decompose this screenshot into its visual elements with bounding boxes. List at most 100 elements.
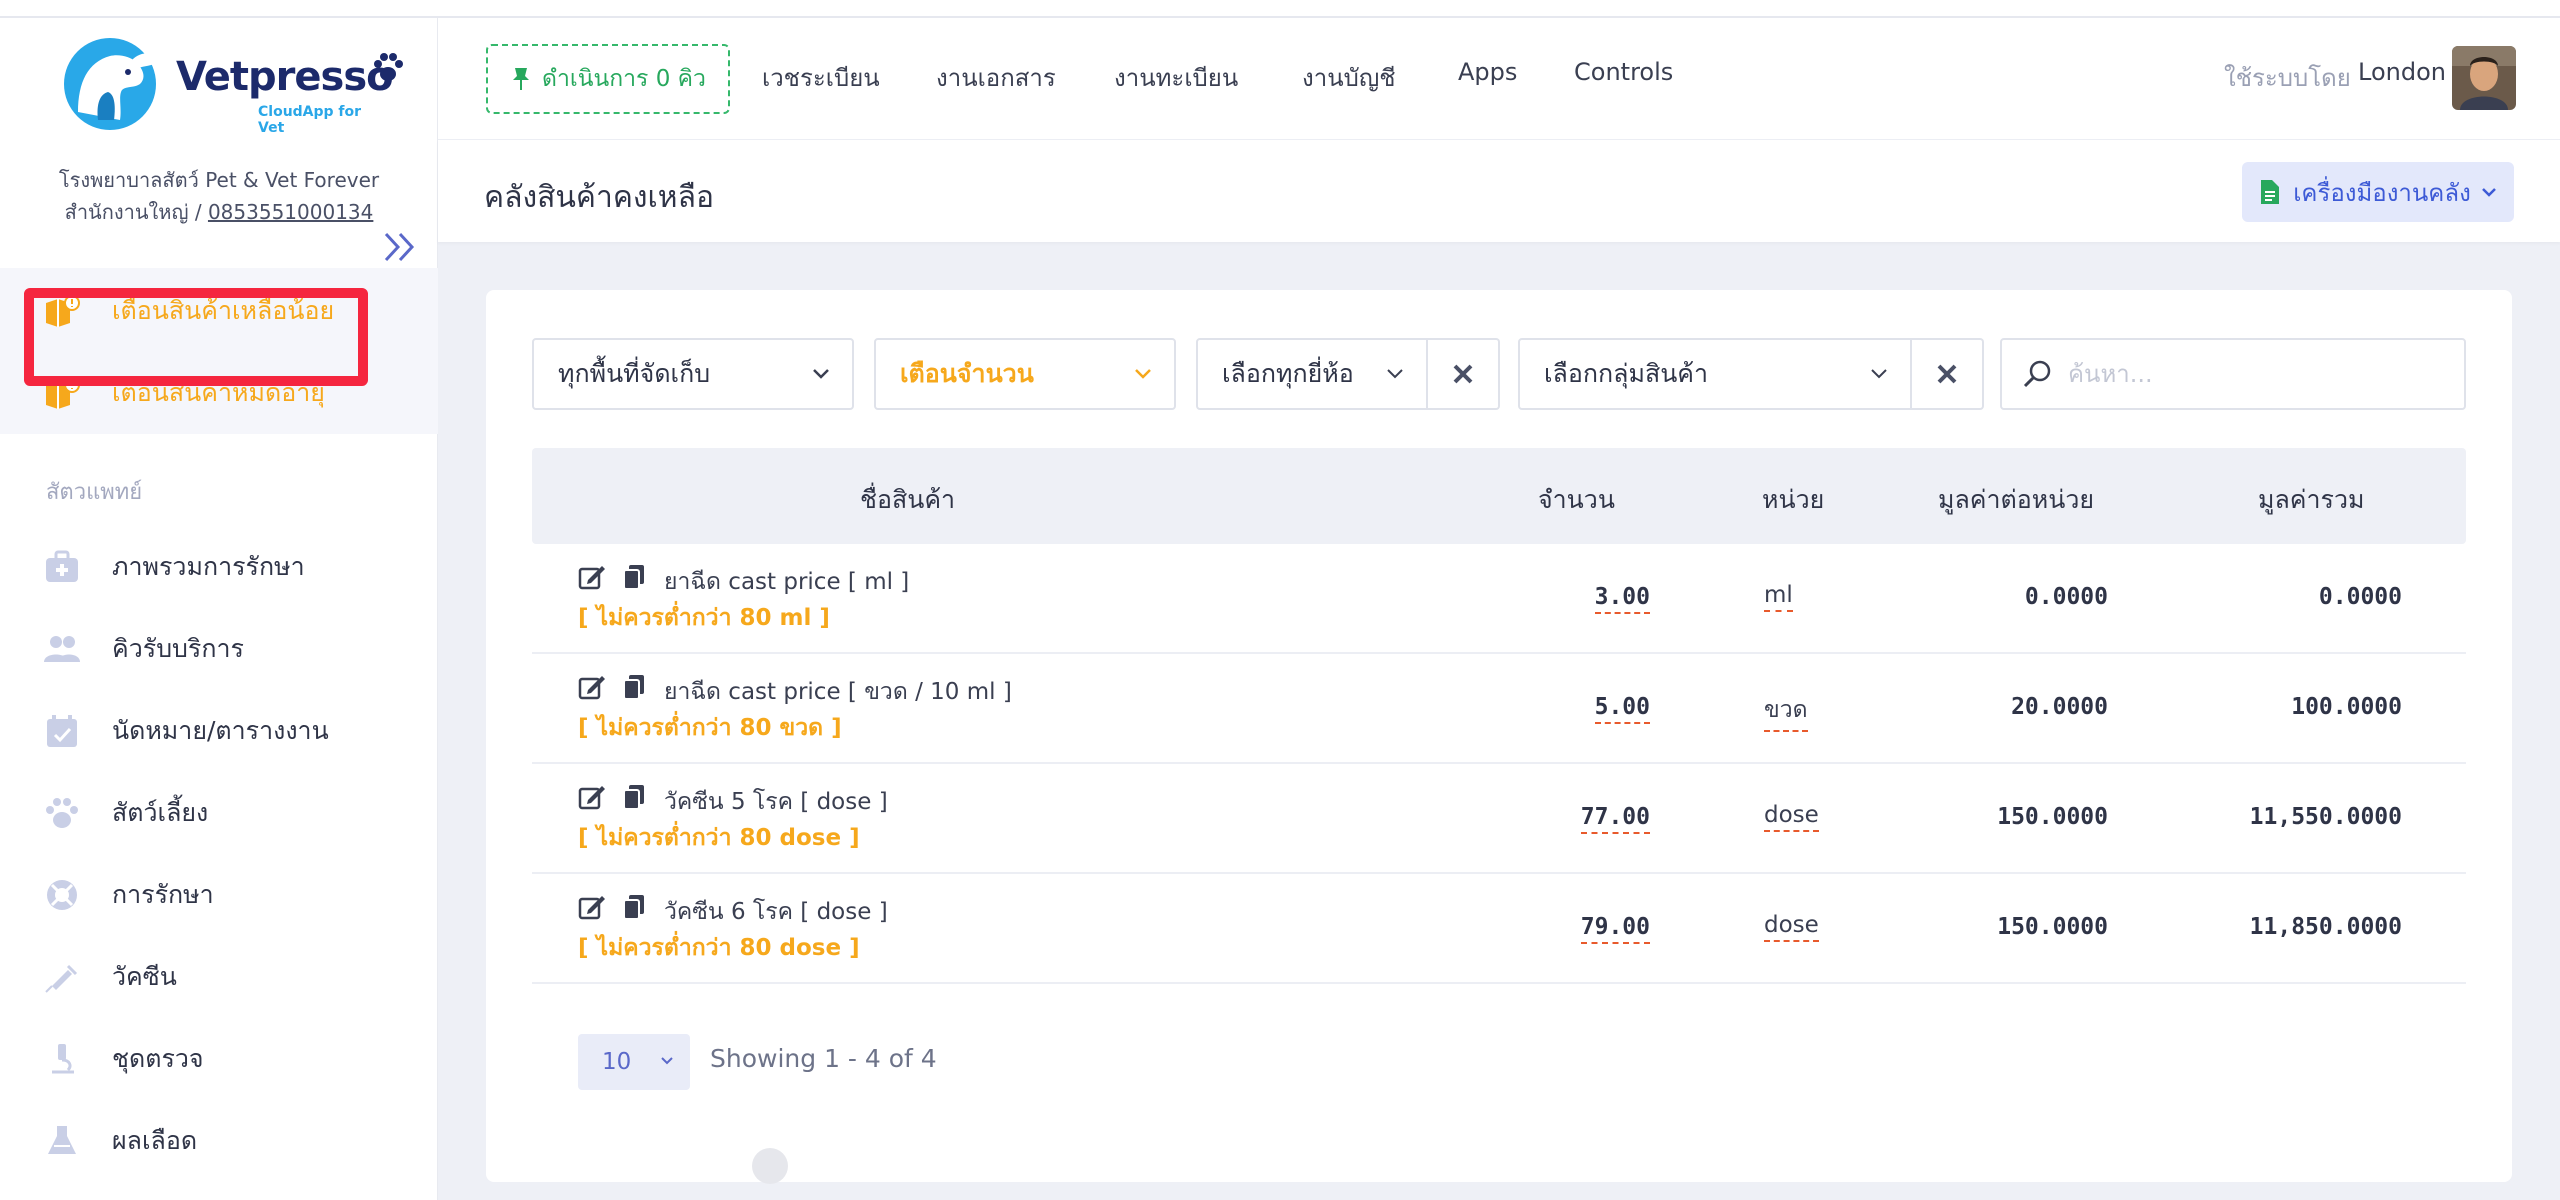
sidebar-item-vaccine[interactable]: วัคซีน — [0, 944, 438, 1010]
unit-price-value: 150.0000 — [1997, 804, 2108, 830]
product-name: วัคซีน 6 โรค [ dose ] — [664, 899, 888, 925]
alert-type-filter-select[interactable]: เตือนจำนวน — [874, 338, 1176, 410]
inventory-card: ทุกพื้นที่จัดเก็บ เตือนจำนวน เลือกทุกยี่… — [486, 290, 2512, 1184]
pagination-info: Showing 1 - 4 of 4 — [710, 1044, 937, 1073]
branch-label: สำนักงานใหญ่ / — [64, 200, 208, 224]
column-header-product-name: ชื่อสินค้า — [860, 485, 956, 514]
clear-brand-button[interactable] — [1428, 338, 1500, 410]
product-group-filter-select[interactable]: เลือกกลุ่มสินค้า — [1518, 338, 1912, 410]
product-group-filter-value: เลือกกลุ่มสินค้า — [1544, 359, 1709, 388]
sidebar-item-label: ผลเลือด — [112, 1126, 198, 1155]
paw-icon — [46, 798, 78, 828]
nav-controls[interactable]: Controls — [1574, 58, 1673, 86]
unit-value[interactable]: dose — [1764, 802, 1819, 832]
top-header: ดำเนินการ 0 คิว เวชระเบียน งานเอกสาร งาน… — [438, 18, 2560, 140]
copy-icon[interactable] — [620, 894, 648, 920]
sidebar-item-test-kit[interactable]: ชุดตรวจ — [0, 1026, 438, 1092]
user-label: ใช้ระบบโดย — [2224, 64, 2351, 92]
unit-price-value: 0.0000 — [2024, 584, 2108, 610]
lifebuoy-icon — [47, 880, 77, 910]
sidebar-item-label: เตือนสินค้าเหลือน้อย — [112, 296, 335, 325]
chevron-down-icon — [1387, 369, 1403, 379]
unit-price-value: 150.0000 — [1997, 914, 2108, 940]
chevron-down-icon — [1871, 369, 1887, 379]
row-actions — [578, 674, 662, 700]
unit-price-value: 20.0000 — [2011, 694, 2108, 720]
copy-icon[interactable] — [620, 674, 648, 700]
total-value: 11,850.0000 — [2249, 914, 2402, 940]
product-name: ยาฉีด cast price [ ขวด / 10 ml ] — [664, 679, 1012, 705]
avatar[interactable] — [2452, 46, 2516, 110]
clinic-phone-link[interactable]: 0853551000134 — [208, 200, 373, 224]
nav-registration[interactable]: งานทะเบียน — [1114, 58, 1238, 97]
copy-icon[interactable] — [620, 564, 648, 590]
sidebar-item-treatment-overview[interactable]: ภาพรวมการรักษา — [0, 534, 438, 600]
edit-icon[interactable] — [578, 784, 606, 810]
edit-icon[interactable] — [578, 894, 606, 920]
row-actions — [578, 784, 662, 810]
queue-status-button[interactable]: ดำเนินการ 0 คิว — [486, 44, 730, 114]
quantity-value[interactable]: 77.00 — [1580, 804, 1650, 834]
syringe-icon — [45, 964, 78, 993]
table-row: วัคซีน 5 โรค [ dose ] [ ไม่ควรต่ำกว่า 80… — [532, 764, 2466, 874]
table-row: ยาฉีด cast price [ ml ] [ ไม่ควรต่ำกว่า … — [532, 544, 2466, 654]
sidebar-item-pets[interactable]: สัตว์เลี้ยง — [0, 780, 438, 846]
edit-icon[interactable] — [578, 674, 606, 700]
sidebar-item-appointments[interactable]: นัดหมาย/ตารางงาน — [0, 698, 438, 764]
quantity-value[interactable]: 5.00 — [1594, 694, 1650, 724]
unit-value[interactable]: dose — [1764, 912, 1819, 942]
location-filter-select[interactable]: ทุกพื้นที่จัดเก็บ — [532, 338, 854, 410]
stock-alert-menu: เตือนสินค้าเหลือน้อย เตือนสินค้าหมดอายุ — [0, 268, 438, 434]
brand-filter-select[interactable]: เลือกทุกยี่ห้อ — [1196, 338, 1428, 410]
column-header-unit: หน่วย — [1762, 485, 1825, 514]
table-row: วัคซีน 6 โรค [ dose ] [ ไม่ควรต่ำกว่า 80… — [532, 874, 2466, 984]
chevron-down-icon — [1135, 369, 1151, 379]
scroll-indicator — [752, 1148, 788, 1184]
unit-value[interactable]: ขวด — [1764, 692, 1808, 732]
search-input[interactable] — [2068, 360, 2448, 388]
brand-logo[interactable]: Vetpresso CloudApp for Vet — [48, 32, 403, 142]
min-stock-warning: [ ไม่ควรต่ำกว่า 80 ขวด ] — [578, 715, 842, 741]
product-name: วัคซีน 5 โรค [ dose ] — [664, 789, 888, 815]
location-filter-value: ทุกพื้นที่จัดเก็บ — [558, 359, 711, 388]
sidebar-item-label: ชุดตรวจ — [112, 1044, 204, 1073]
min-stock-warning: [ ไม่ควรต่ำกว่า 80 dose ] — [578, 935, 860, 961]
nav-medical-records[interactable]: เวชระเบียน — [762, 58, 880, 97]
nav-documents[interactable]: งานเอกสาร — [936, 58, 1056, 97]
clear-group-button[interactable] — [1912, 338, 1984, 410]
brand-name: Vetpresso — [176, 54, 394, 100]
calendar-check-icon — [47, 715, 77, 747]
sidebar-item-expiry-alert[interactable]: เตือนสินค้าหมดอายุ — [0, 360, 438, 426]
sidebar-item-low-stock-alert[interactable]: เตือนสินค้าเหลือน้อย — [0, 278, 438, 344]
sidebar-item-blood-result[interactable]: ผลเลือด — [0, 1108, 438, 1174]
edit-icon[interactable] — [578, 564, 606, 590]
document-icon — [2261, 180, 2280, 204]
nav-accounting[interactable]: งานบัญชี — [1302, 58, 1396, 97]
quantity-value[interactable]: 3.00 — [1594, 584, 1650, 614]
user-name[interactable]: London — [2358, 58, 2446, 86]
sidebar-item-treatment[interactable]: การรักษา — [0, 862, 438, 928]
nav-apps[interactable]: Apps — [1458, 58, 1517, 86]
unit-value[interactable]: ml — [1764, 582, 1793, 612]
alert-type-filter-value: เตือนจำนวน — [900, 359, 1034, 388]
sidebar-item-label: นัดหมาย/ตารางงาน — [112, 716, 329, 745]
sidebar-item-label: วัคซีน — [112, 962, 177, 991]
search-icon — [2023, 360, 2051, 388]
sidebar-item-label: เตือนสินค้าหมดอายุ — [112, 378, 325, 407]
close-icon — [1937, 364, 1957, 384]
page-title: คลังสินค้าคงเหลือ — [484, 180, 714, 215]
total-value: 100.0000 — [2291, 694, 2402, 720]
clinic-name: โรงพยาบาลสัตว์ Pet & Vet Forever — [58, 168, 380, 192]
box-alert-icon — [46, 377, 80, 409]
sidebar-collapse-icon[interactable] — [380, 228, 422, 266]
queue-status-label: ดำเนินการ 0 คิว — [542, 66, 706, 92]
box-alert-icon — [46, 295, 80, 327]
flask-icon — [48, 1126, 76, 1154]
sidebar-item-label: ภาพรวมการรักษา — [112, 552, 305, 581]
sidebar-item-service-queue[interactable]: คิวรับบริการ — [0, 616, 438, 682]
inventory-tools-button[interactable]: เครื่องมืองานคลัง — [2242, 162, 2514, 222]
page-size-select[interactable]: 10 — [578, 1034, 690, 1090]
quantity-value[interactable]: 79.00 — [1580, 914, 1650, 944]
column-header-unit-price: มูลค่าต่อหน่วย — [1938, 485, 2095, 514]
copy-icon[interactable] — [620, 784, 648, 810]
